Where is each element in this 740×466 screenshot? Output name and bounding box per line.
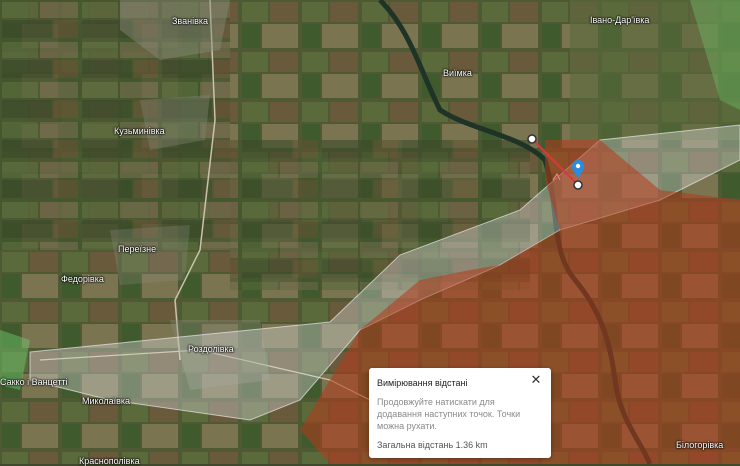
close-icon[interactable]: ✕ bbox=[529, 373, 543, 387]
panel-hint: Продовжуйте натискати для додавання наст… bbox=[377, 397, 521, 431]
panel-title: Вимірювання відстані bbox=[377, 378, 468, 388]
measure-start-icon[interactable] bbox=[527, 134, 537, 144]
total-distance: Загальна відстань 1.36 km bbox=[377, 440, 488, 450]
measure-distance-panel: ✕ Вимірювання відстані Продовжуйте натис… bbox=[369, 368, 551, 458]
measure-end-icon[interactable] bbox=[573, 180, 583, 190]
village-pereizne bbox=[110, 225, 190, 285]
